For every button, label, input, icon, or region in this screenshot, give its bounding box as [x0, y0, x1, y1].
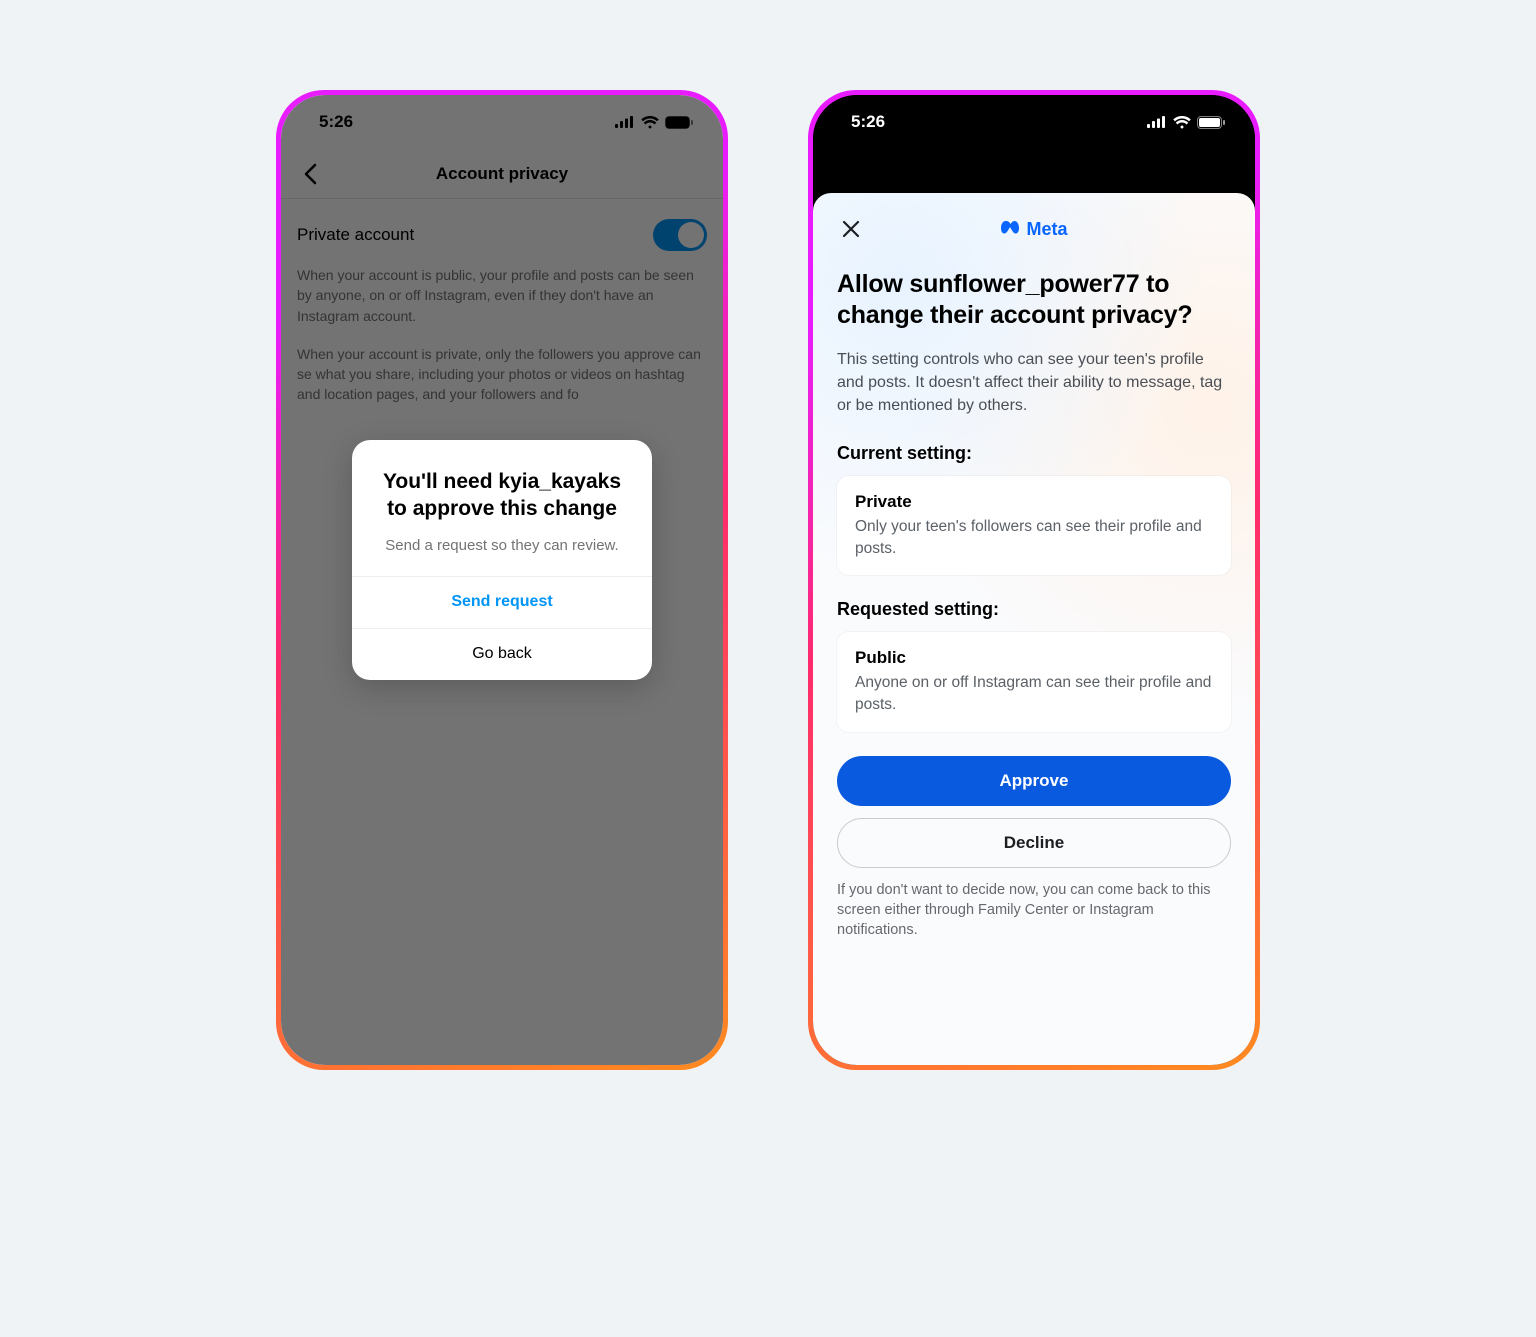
go-back-button[interactable]: Go back: [352, 628, 652, 680]
showcase-container: 5:26 Account privacy: [40, 60, 1496, 1120]
requested-setting-desc: Anyone on or off Instagram can see their…: [855, 672, 1213, 715]
meta-logo-icon: [1000, 219, 1022, 240]
status-bar: 5:26: [813, 95, 1255, 149]
decline-button[interactable]: Decline: [837, 818, 1231, 868]
phone-frame-left: 5:26 Account privacy: [276, 90, 728, 1070]
wifi-icon: [1173, 116, 1191, 129]
close-button[interactable]: [837, 215, 865, 243]
phone-screen-left: 5:26 Account privacy: [281, 95, 723, 1065]
battery-icon: [1197, 116, 1225, 129]
current-setting-title: Private: [855, 492, 1213, 512]
footnote: If you don't want to decide now, you can…: [837, 880, 1231, 941]
phone-frame-right: 5:26: [808, 90, 1260, 1070]
cellular-icon: [1147, 116, 1167, 128]
status-icons: [1147, 116, 1225, 129]
requested-setting-title: Public: [855, 648, 1213, 668]
approval-sheet: Meta Allow sunflower_power77 to change t…: [813, 193, 1255, 1065]
sheet-title: Allow sunflower_power77 to change their …: [837, 269, 1231, 332]
send-request-button[interactable]: Send request: [352, 576, 652, 628]
current-setting-desc: Only your teen's followers can see their…: [855, 516, 1213, 559]
sheet-header: Meta: [837, 211, 1231, 247]
approval-alert: You'll need kyia_kayaks to approve this …: [352, 440, 652, 680]
current-setting-card: Private Only your teen's followers can s…: [837, 476, 1231, 575]
sheet-subtitle: This setting controls who can see your t…: [837, 348, 1231, 418]
phone-screen-right: 5:26: [813, 95, 1255, 1065]
current-setting-label: Current setting:: [837, 443, 1231, 464]
meta-brand: Meta: [1000, 219, 1067, 240]
approve-button[interactable]: Approve: [837, 756, 1231, 806]
alert-subtitle: Send a request so they can review.: [378, 535, 626, 556]
requested-setting-card: Public Anyone on or off Instagram can se…: [837, 632, 1231, 731]
requested-setting-label: Requested setting:: [837, 599, 1231, 620]
alert-title: You'll need kyia_kayaks to approve this …: [378, 468, 626, 523]
meta-brand-text: Meta: [1026, 219, 1067, 240]
status-time: 5:26: [851, 112, 885, 132]
